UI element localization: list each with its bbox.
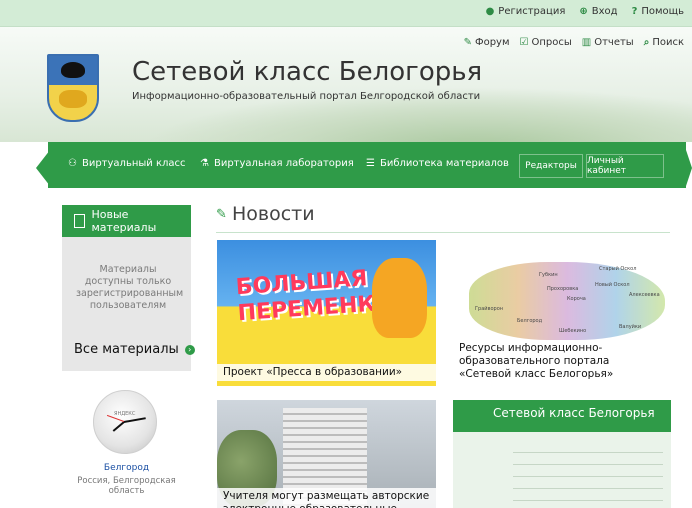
nav-virtual-lab-label: Виртуальная лаборатория bbox=[213, 158, 354, 169]
bar-chart-icon: ▥ bbox=[581, 37, 592, 48]
nav-virtual-class-label: Виртуальный класс bbox=[81, 158, 186, 169]
user-icon: ● bbox=[485, 6, 495, 17]
news-card-caption: Ресурсы информационно-образовательного п… bbox=[453, 340, 669, 383]
all-materials-label: Все материалы bbox=[74, 342, 179, 357]
people-icon: ⚇ bbox=[68, 158, 77, 169]
map-label: Грайворон bbox=[475, 306, 504, 312]
polls-link[interactable]: ☑ Опросы bbox=[520, 37, 572, 48]
news-card-caption: Проект «Пресса в образовании» bbox=[217, 364, 436, 381]
clock-city[interactable]: Белгород bbox=[62, 463, 191, 473]
poll-icon: ☑ bbox=[519, 37, 529, 48]
clock-brand: ЯНДЕКС bbox=[114, 411, 136, 417]
forum-link[interactable]: ✎ Форум bbox=[464, 37, 510, 48]
all-materials-link[interactable]: Все материалы › bbox=[74, 342, 195, 357]
reports-link[interactable]: ▥ Отчеты bbox=[582, 37, 634, 48]
forum-icon: ✎ bbox=[463, 37, 472, 48]
portal-row bbox=[513, 444, 663, 453]
top-links: ● Регистрация ⊕ Вход ? Помощь bbox=[486, 6, 684, 17]
polls-label: Опросы bbox=[531, 37, 572, 48]
map-label: Валуйки bbox=[619, 324, 642, 330]
flask-icon: ⚗ bbox=[200, 158, 209, 169]
map-label: Короча bbox=[567, 296, 586, 302]
arrow-right-icon: › bbox=[184, 344, 195, 355]
search-icon: ⌕ bbox=[643, 37, 650, 48]
login-label: Вход bbox=[591, 6, 618, 17]
clock-minute-hand bbox=[123, 417, 146, 423]
news-card-image-text: БОЛЬШАЯ ПЕРЕМЕНКА bbox=[235, 266, 394, 327]
nav-virtual-lab[interactable]: ⚗ Виртуальная лаборатория bbox=[200, 158, 354, 169]
books-icon: ☰ bbox=[366, 158, 375, 169]
portal-row bbox=[513, 468, 663, 477]
nav-ribbon-right bbox=[686, 150, 692, 186]
clock-region: Россия, Белгородская область bbox=[77, 476, 176, 496]
news-card[interactable]: Учителя могут размещать авторские электр… bbox=[217, 400, 436, 508]
search-link[interactable]: ⌕ Поиск bbox=[644, 37, 684, 48]
new-materials-header[interactable]: Новые материалы bbox=[62, 205, 191, 237]
news-divider bbox=[216, 232, 670, 233]
site-title[interactable]: Сетевой класс Белогорья bbox=[132, 57, 482, 87]
news-card-caption: Учителя могут размещать авторские электр… bbox=[217, 488, 436, 508]
login-icon: ⊕ bbox=[579, 6, 588, 17]
map-label: Шебекино bbox=[559, 328, 587, 334]
news-icon: ✎ bbox=[216, 207, 227, 222]
document-icon bbox=[74, 214, 86, 228]
portal-screenshot-title: Сетевой класс Белогорья bbox=[493, 406, 655, 420]
clock-widget[interactable]: ЯНДЕКС bbox=[93, 390, 157, 454]
login-link[interactable]: ⊕ Вход bbox=[579, 6, 617, 17]
editors-button[interactable]: Редакторы bbox=[519, 154, 583, 178]
site-subtitle: Информационно-образовательный портал Бел… bbox=[132, 91, 481, 102]
news-title: Новости bbox=[232, 203, 315, 225]
map-label: Новый Оскол bbox=[595, 282, 630, 288]
cabinet-button[interactable]: Личный кабинет bbox=[586, 154, 664, 178]
map-label: Прохоровка bbox=[547, 286, 579, 292]
portal-row bbox=[513, 456, 663, 465]
top-bar: ● Регистрация ⊕ Вход ? Помощь bbox=[0, 0, 692, 27]
register-link[interactable]: ● Регистрация bbox=[486, 6, 566, 17]
forum-label: Форум bbox=[474, 37, 510, 48]
news-card[interactable]: Сетевой класс Белогорья bbox=[453, 400, 671, 508]
eagle-emblem bbox=[61, 62, 85, 78]
cartoon-lion-image bbox=[372, 258, 427, 338]
news-card[interactable]: Губкин Старый Оскол Белгород Валуйки Але… bbox=[453, 240, 671, 386]
help-link[interactable]: ? Помощь bbox=[632, 6, 684, 17]
materials-note: Материалы доступны только зарегистрирова… bbox=[76, 264, 184, 311]
map-label: Алексеевка bbox=[629, 292, 660, 298]
new-materials-label: Новые материалы bbox=[91, 208, 157, 234]
search-label: Поиск bbox=[652, 37, 684, 48]
map-label: Белгород bbox=[517, 318, 543, 324]
lion-emblem bbox=[59, 90, 87, 108]
site-header: ✎ Форум ☑ Опросы ▥ Отчеты ⌕ Поиск Сетевой кл… bbox=[0, 27, 692, 142]
nav-library-label: Библиотека материалов bbox=[379, 158, 509, 169]
portal-row bbox=[513, 492, 663, 501]
nav-library[interactable]: ☰ Библиотека материалов bbox=[366, 158, 509, 169]
help-label: Помощь bbox=[641, 6, 684, 17]
region-crest-logo[interactable] bbox=[47, 54, 99, 122]
reports-label: Отчеты bbox=[594, 37, 634, 48]
region-map-image: Губкин Старый Оскол Белгород Валуйки Але… bbox=[469, 262, 665, 340]
help-icon: ? bbox=[631, 6, 638, 17]
clock-hour-hand bbox=[112, 421, 125, 432]
news-card[interactable]: БОЛЬШАЯ ПЕРЕМЕНКА Проект «Пресса в образ… bbox=[217, 240, 436, 386]
portal-screenshot-header: Сетевой класс Белогорья bbox=[453, 400, 671, 432]
portal-row bbox=[513, 480, 663, 489]
nav-virtual-class[interactable]: ⚇ Виртуальный класс bbox=[68, 158, 186, 169]
map-label: Губкин bbox=[539, 272, 558, 278]
map-label: Старый Оскол bbox=[599, 266, 637, 272]
header-sublinks: ✎ Форум ☑ Опросы ▥ Отчеты ⌕ Поиск bbox=[464, 37, 684, 48]
register-label: Регистрация bbox=[498, 6, 566, 17]
